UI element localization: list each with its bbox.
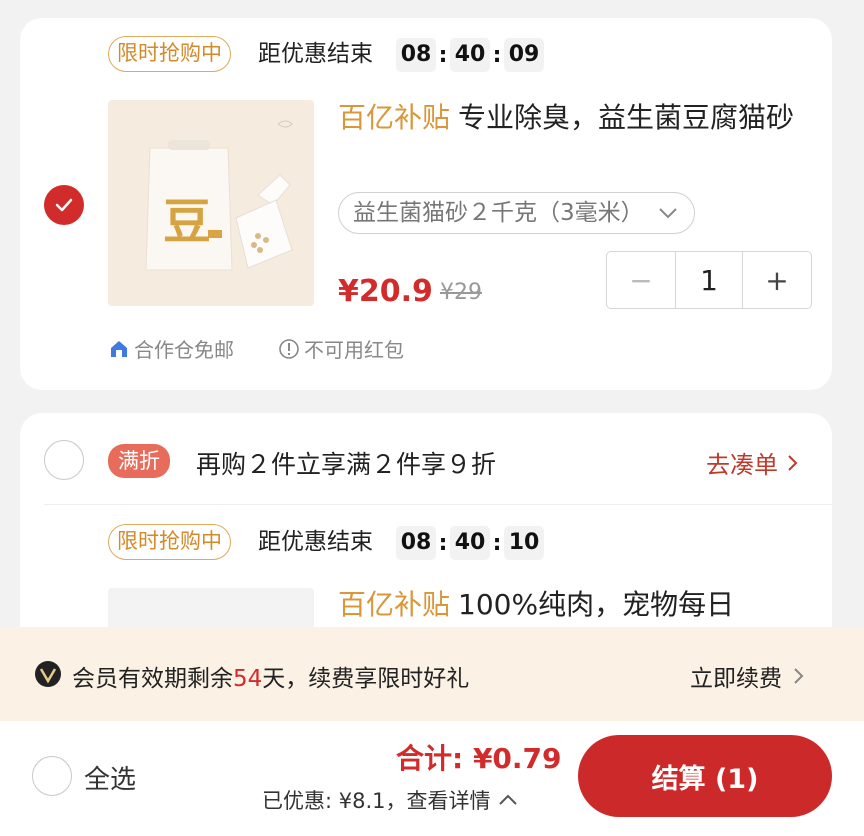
shipping-tag-label: 合作仓免邮	[134, 338, 234, 362]
timer-seconds: 10	[504, 526, 544, 560]
member-renewal-bar[interactable]: 会员有效期剩余54天，续费享限时好礼 立即续费	[0, 627, 864, 721]
sku-label: 益生菌猫砂２千克（3毫米）	[353, 199, 644, 226]
saved-amount: 已优惠: ¥8.1，查看详情	[262, 789, 491, 813]
vip-icon	[35, 661, 61, 687]
warehouse-icon	[111, 340, 127, 357]
select-all-label[interactable]: 全选	[84, 759, 136, 796]
brand-glyph: 豆	[163, 194, 212, 250]
add-more-link[interactable]: 去凑单	[706, 445, 802, 480]
product-title[interactable]: 百亿补贴 专业除臭，益生菌豆腐猫砂	[338, 96, 818, 140]
redpacket-tag: 不可用红包	[278, 334, 404, 363]
select-all-checkbox[interactable]	[32, 756, 72, 796]
timer-hours: 08	[396, 38, 436, 72]
timer-minutes: 40	[450, 526, 490, 560]
product-image[interactable]: 豆	[108, 100, 314, 306]
item-checkbox-checked[interactable]	[44, 185, 84, 225]
divider	[44, 504, 832, 505]
renew-label: 立即续费	[690, 666, 782, 692]
subsidy-label: 百亿补贴	[338, 101, 451, 134]
current-price: ¥20.9	[338, 274, 433, 309]
chevron-right-icon	[788, 454, 798, 471]
countdown-timer: 08 : 40 : 09	[396, 37, 544, 73]
cart-item-card: 限时抢购中 距优惠结束 08 : 40 : 09 豆 百亿补贴 专业除臭，益生菌豆…	[20, 18, 832, 390]
quantity-stepper: − 1 +	[606, 251, 812, 309]
decrease-button[interactable]: −	[607, 252, 675, 308]
countdown-timer: 08 : 40 : 10	[396, 525, 544, 561]
sku-selector[interactable]: 益生菌猫砂２千克（3毫米）	[338, 192, 695, 234]
check-icon	[55, 198, 73, 212]
promo-description: 再购２件立享满２件享９折	[196, 450, 497, 479]
member-expiry-suffix: 天，续费享限时好礼	[262, 666, 470, 692]
checkout-bar: 全选 合计: ¥0.79 已优惠: ¥8.1，查看详情 结算 (1)	[0, 721, 864, 836]
promo-ends-label: 距优惠结束	[258, 41, 373, 67]
quantity-input[interactable]: 1	[675, 252, 743, 308]
timer-minutes: 40	[450, 38, 490, 72]
promo-ends-label: 距优惠结束	[258, 529, 373, 555]
chevron-right-icon	[794, 668, 804, 684]
member-days-remaining: 54	[233, 666, 263, 692]
redpacket-tag-label: 不可用红包	[304, 338, 404, 362]
chevron-down-icon	[658, 208, 677, 219]
original-price: ¥29	[440, 280, 482, 305]
info-circle-icon	[279, 338, 299, 359]
product-title-text: 专业除臭，益生菌豆腐猫砂	[458, 101, 795, 134]
flash-sale-badge: 限时抢购中	[108, 36, 231, 72]
timer-seconds: 09	[504, 38, 544, 72]
subsidy-label: 百亿补贴	[338, 588, 451, 621]
promo-group-checkbox[interactable]	[44, 440, 84, 480]
add-more-label: 去凑单	[706, 451, 778, 479]
chevron-up-icon	[498, 794, 517, 805]
product-title-text: 100%纯肉，宠物每日	[458, 588, 735, 621]
timer-hours: 08	[396, 526, 436, 560]
flash-sale-badge: 限时抢购中	[108, 524, 231, 560]
product-title[interactable]: 百亿补贴 100%纯肉，宠物每日	[338, 583, 818, 627]
shipping-tag: 合作仓免邮	[108, 334, 234, 363]
member-expiry-prefix: 会员有效期剩余	[72, 666, 233, 692]
discount-details-link[interactable]: 已优惠: ¥8.1，查看详情	[262, 785, 519, 815]
member-expiry-text: 会员有效期剩余54天，续费享限时好礼	[72, 659, 469, 693]
renew-link[interactable]: 立即续费	[690, 659, 808, 693]
checkout-button[interactable]: 结算 (1)	[578, 735, 832, 817]
total-price: 合计: ¥0.79	[396, 742, 562, 775]
increase-button[interactable]: +	[743, 252, 811, 308]
discount-badge: 满折	[108, 444, 170, 478]
